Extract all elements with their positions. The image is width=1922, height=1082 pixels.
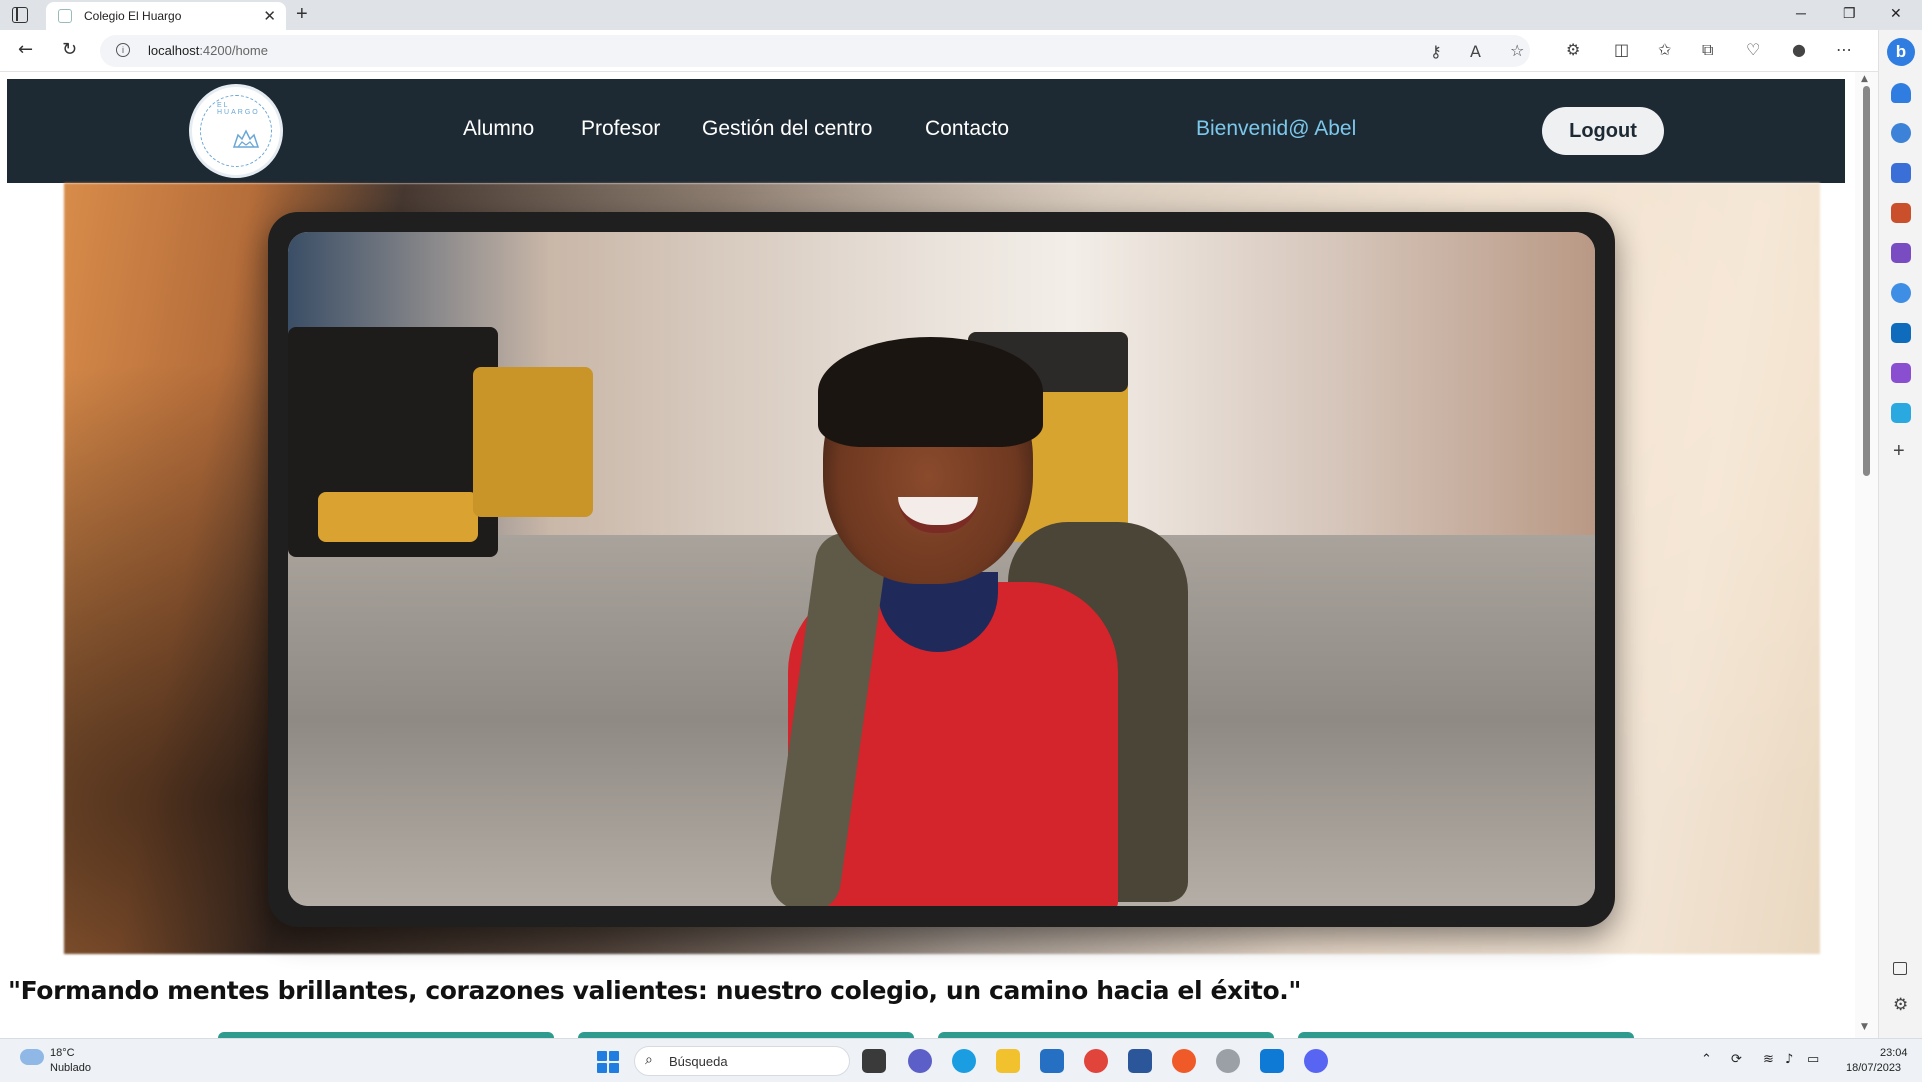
add-sidebar-app-icon[interactable]: +	[1893, 440, 1905, 463]
games-icon[interactable]	[1891, 243, 1911, 263]
search-icon: ⌕	[645, 1052, 653, 1068]
nav-gestion-centro[interactable]: Gestión del centro	[702, 117, 872, 141]
photo-rickshaw-mid	[473, 367, 593, 517]
windows-start-icon[interactable]	[597, 1051, 619, 1073]
logo-text: EL HUARGO	[217, 102, 260, 116]
nav-profesor[interactable]: Profesor	[581, 117, 660, 141]
notifications-icon[interactable]	[1891, 83, 1911, 103]
search-icon[interactable]	[1891, 123, 1911, 143]
url-text: localhost:4200/home	[148, 43, 268, 58]
taskbar-search[interactable]: ⌕ Búsqueda	[634, 1046, 850, 1076]
copilot-icon[interactable]: b	[1887, 38, 1915, 66]
chrome-icon[interactable]	[1084, 1049, 1108, 1073]
nav-contacto[interactable]: Contacto	[925, 117, 1009, 141]
store-icon[interactable]	[1040, 1049, 1064, 1073]
wifi-icon[interactable]: ≋	[1763, 1052, 1774, 1067]
favicon-icon	[58, 9, 72, 23]
clock-time[interactable]: 23:04	[1880, 1047, 1908, 1059]
wolf-logo-icon	[232, 129, 260, 148]
split-screen-icon[interactable]: ◫	[1614, 40, 1629, 59]
new-tab-icon[interactable]: +	[296, 3, 308, 26]
scroll-down-icon[interactable]: ▼	[1861, 1022, 1868, 1032]
slogan-text: "Formando mentes brillantes, corazones v…	[8, 976, 1301, 1005]
tab-actions-icon[interactable]	[12, 7, 28, 23]
sidebar-settings-icon[interactable]: ⚙	[1893, 995, 1908, 1015]
windows-taskbar: 18°C Nublado ⌕ Búsqueda ⌃ ⟳ ≋ ♪ ▭ 23:04 …	[0, 1038, 1922, 1082]
browser-essentials-icon[interactable]: ♡	[1746, 40, 1760, 59]
profile-icon[interactable]: ●	[1792, 40, 1806, 59]
hide-sidebar-icon[interactable]	[1893, 962, 1907, 975]
key-icon[interactable]: ⚷	[1430, 42, 1442, 61]
read-aloud-icon[interactable]: A	[1470, 42, 1481, 61]
file-explorer-icon[interactable]	[996, 1049, 1020, 1073]
clock-date[interactable]: 18/07/2023	[1846, 1062, 1901, 1074]
site-header: EL HUARGO Alumno Profesor Gestión del ce…	[7, 79, 1845, 183]
outlook-icon[interactable]	[1891, 323, 1911, 343]
teams-chat-icon[interactable]	[908, 1049, 932, 1073]
address-bar: ← ↻ i localhost:4200/home ⚷ A ☆ ⚙ ◫ ✩ ⧉ …	[0, 30, 1922, 72]
microsoft-365-icon[interactable]	[1891, 283, 1911, 303]
discord-icon[interactable]	[1304, 1049, 1328, 1073]
tab-title: Colegio El Huargo	[84, 9, 182, 23]
favorite-star-icon[interactable]: ☆	[1510, 41, 1524, 60]
collections-icon[interactable]: ⧉	[1702, 40, 1713, 60]
logout-button[interactable]: Logout	[1542, 107, 1664, 155]
more-menu-icon[interactable]: ⋯	[1836, 40, 1852, 59]
nav-alumno[interactable]: Alumno	[463, 117, 534, 141]
cloud-icon[interactable]	[20, 1049, 44, 1065]
hero-photo	[288, 232, 1595, 906]
volume-icon[interactable]: ♪	[1785, 1052, 1793, 1067]
url-field[interactable]: i localhost:4200/home ⚷ A ☆	[100, 35, 1530, 67]
battery-icon[interactable]: ▭	[1807, 1052, 1819, 1067]
task-view-icon[interactable]	[862, 1049, 886, 1073]
browser-tab[interactable]: Colegio El Huargo ✕	[46, 2, 286, 30]
window-close-icon[interactable]: ✕	[1890, 5, 1902, 22]
vscode-icon[interactable]	[1260, 1049, 1284, 1073]
back-icon[interactable]: ←	[18, 39, 33, 60]
scroll-up-icon[interactable]: ▲	[1861, 74, 1868, 84]
refresh-icon[interactable]: ↻	[62, 39, 77, 60]
search-placeholder: Búsqueda	[669, 1054, 728, 1069]
sync-icon[interactable]: ⟳	[1731, 1052, 1742, 1067]
tab-close-icon[interactable]: ✕	[263, 7, 276, 25]
edge-sidebar: b + ⚙	[1878, 30, 1922, 1038]
weather-temperature[interactable]: 18°C	[50, 1047, 75, 1059]
photo-girl-hair	[818, 337, 1043, 447]
edge-icon[interactable]	[952, 1049, 976, 1073]
browser-tab-bar: Colegio El Huargo ✕ + ─ ❐ ✕	[0, 0, 1922, 30]
restore-icon[interactable]: ❐	[1843, 5, 1856, 22]
extensions-icon[interactable]: ⚙	[1566, 40, 1580, 59]
postman-icon[interactable]	[1172, 1049, 1196, 1073]
shopping-icon[interactable]	[1891, 163, 1911, 183]
git-app-icon[interactable]	[1216, 1049, 1240, 1073]
logo-ring: EL HUARGO	[200, 95, 272, 167]
designer-icon[interactable]	[1891, 363, 1911, 383]
hero-frame	[268, 212, 1615, 927]
send-icon[interactable]	[1891, 403, 1911, 423]
photo-rickshaw-left-body	[318, 492, 478, 542]
tools-icon[interactable]	[1891, 203, 1911, 223]
scroll-thumb[interactable]	[1863, 86, 1870, 476]
word-icon[interactable]	[1128, 1049, 1152, 1073]
favorites-icon[interactable]: ✩	[1658, 40, 1671, 59]
minimize-icon[interactable]: ─	[1796, 5, 1806, 21]
site-info-icon[interactable]: i	[116, 43, 130, 57]
tray-overflow-icon[interactable]: ⌃	[1701, 1052, 1712, 1067]
page-scrollbar[interactable]: ▲ ▼	[1855, 72, 1878, 1038]
school-logo[interactable]: EL HUARGO	[189, 84, 283, 178]
weather-description[interactable]: Nublado	[50, 1062, 91, 1074]
welcome-message: Bienvenid@ Abel	[1196, 117, 1357, 140]
